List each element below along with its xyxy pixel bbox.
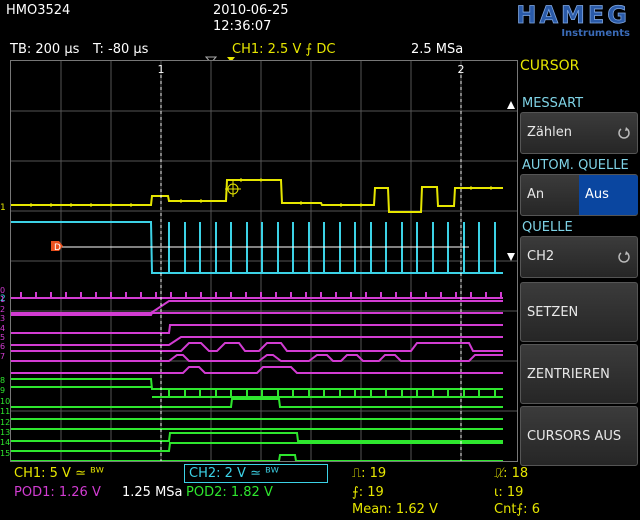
quelle-softkey[interactable]: CH2: [520, 236, 638, 278]
neg-pulse-count-readout: ⎍̸: 18: [494, 466, 529, 481]
cnt-readout: Cnt⨍: 6: [494, 502, 540, 517]
pulse-count-readout: ⎍: 19: [352, 466, 387, 481]
pod2-bit-labels: 89 10 11 12 13 14 15: [0, 376, 11, 458]
scroll-down-arrow: [507, 253, 515, 261]
autom-quelle-softkey[interactable]: An Aus: [520, 174, 638, 216]
cursor-reference-marker[interactable]: D: [50, 240, 64, 252]
cursor-2-label: 2: [458, 63, 465, 76]
waveform-canvas: 1 2: [11, 61, 517, 461]
model-name: HMO3524: [6, 3, 71, 18]
messart-softkey[interactable]: Zählen: [520, 112, 638, 154]
d15-trace: [11, 454, 503, 461]
d13-trace: [11, 432, 503, 442]
zentrieren-button[interactable]: ZENTRIEREN: [520, 344, 638, 404]
pod2-settings[interactable]: POD2: 1.82 V: [186, 485, 273, 500]
waveform-display[interactable]: 1 2: [10, 60, 518, 462]
pod1-settings[interactable]: POD1: 1.26 V: [14, 485, 101, 500]
time-readout: 12:36:07: [213, 19, 272, 34]
setzen-label: SETZEN: [527, 305, 579, 320]
ch1-marker[interactable]: 1: [0, 203, 6, 213]
svg-text:D: D: [54, 243, 61, 252]
scroll-up-arrow: [507, 101, 515, 109]
cursor-1-label: 1: [158, 63, 165, 76]
d7-trace: [11, 366, 503, 374]
mean-readout: Mean: 1.62 V: [352, 502, 438, 517]
ch1-trace: [11, 179, 503, 213]
sample-rate-readout: 2.5 MSa: [411, 42, 464, 57]
bottom-sample-rate: 1.25 MSa: [122, 485, 183, 500]
autom-quelle-label: AUTOM. QUELLE: [522, 158, 629, 173]
grid-lines: [11, 61, 517, 461]
rotary-knob-icon: [618, 127, 630, 139]
date-readout: 2010-06-25: [213, 3, 289, 18]
brand-text: HAMEG: [516, 1, 630, 29]
d14-trace: [11, 442, 503, 452]
ch2-settings[interactable]: CH2: 2 V ≃ ᴮᵂ: [184, 464, 328, 483]
autom-on-option[interactable]: An: [527, 187, 544, 202]
messart-label: MESSART: [522, 96, 584, 111]
d0-trace: [11, 292, 503, 299]
cursors-aus-button[interactable]: CURSORS AUS: [520, 406, 638, 466]
ch1-settings[interactable]: CH1: 5 V ≃ ᴮᵂ: [14, 466, 104, 481]
setzen-button[interactable]: SETZEN: [520, 282, 638, 342]
brand-sub-text: Instruments: [561, 28, 630, 39]
menu-title: CURSOR: [520, 58, 580, 74]
rising-edge-count-readout: ⨍: 19: [352, 485, 384, 500]
autom-off-option[interactable]: Aus: [579, 175, 638, 215]
quelle-value: CH2: [527, 249, 555, 264]
ch1-trigger-readout[interactable]: CH1: 2.5 V ⨍ DC: [232, 42, 335, 57]
timebase-readout[interactable]: TB: 200 µs: [10, 42, 79, 57]
rotary-knob-icon: [618, 251, 630, 263]
hameg-logo: HAMEG Instruments: [516, 1, 630, 39]
falling-edge-count-readout: ɩ: 19: [494, 485, 524, 500]
autom-off-label: Aus: [585, 187, 609, 202]
quelle-label: QUELLE: [522, 220, 573, 235]
messart-value: Zählen: [527, 125, 572, 140]
d10-trace: [11, 398, 503, 408]
cursors-aus-label: CURSORS AUS: [527, 429, 622, 444]
zentrieren-label: ZENTRIEREN: [527, 367, 610, 382]
d3-trace: [11, 324, 503, 334]
d6-trace: [11, 354, 503, 362]
trigger-time-readout[interactable]: T: -80 µs: [93, 42, 148, 57]
pod1-bit-labels: 01 23 45 67: [0, 286, 6, 361]
